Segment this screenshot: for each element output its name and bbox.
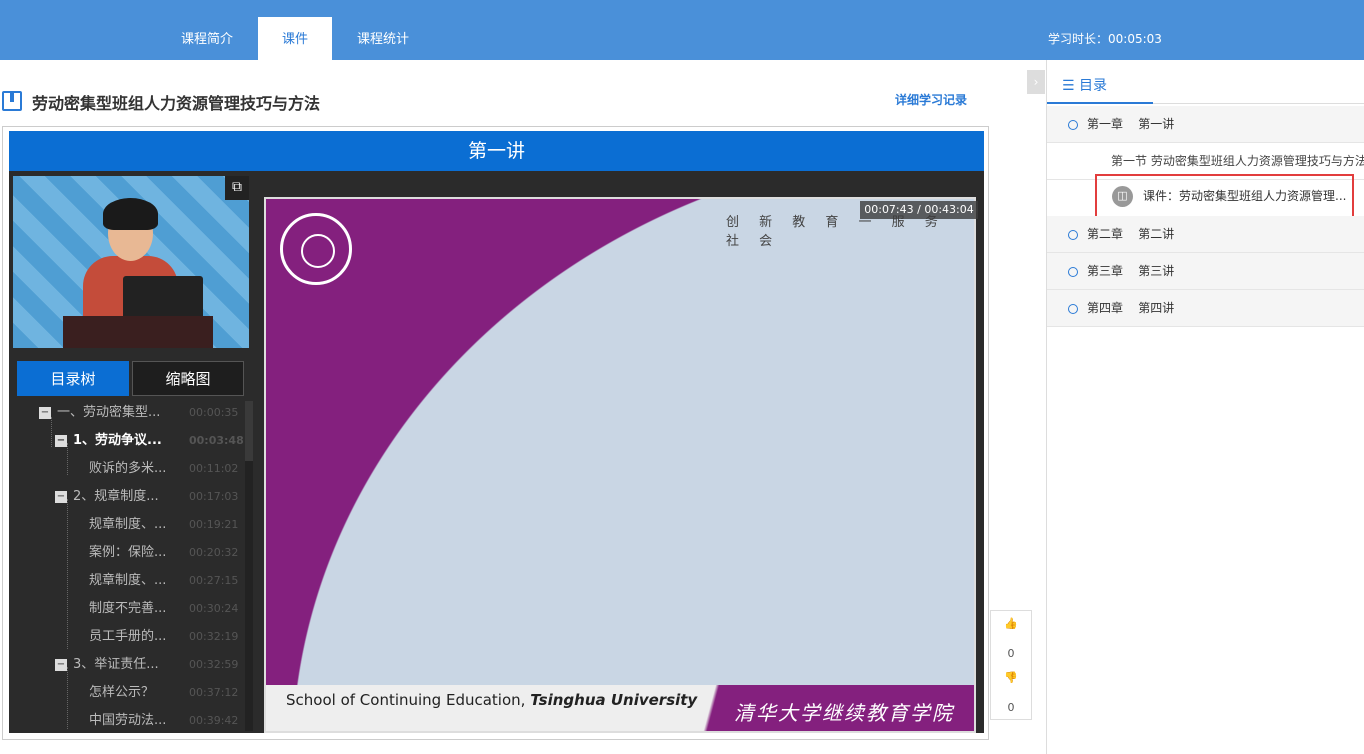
courseware-icon: ◫ xyxy=(1112,186,1133,207)
book-icon xyxy=(2,91,22,111)
study-time: 学习时长：00:05:03 xyxy=(1048,32,1162,46)
chapter-item[interactable]: 第三章 第三讲 xyxy=(1047,253,1364,290)
chapter-item[interactable]: 第二章 第二讲 xyxy=(1047,216,1364,253)
video-time-display: 00:07:43 / 00:43:04 xyxy=(860,201,978,219)
tree-node[interactable]: −3、举证责任... 00:32:59 xyxy=(55,651,245,679)
chapter-circle-icon xyxy=(1068,303,1078,314)
learning-record-link[interactable]: 详细学习记录 xyxy=(895,91,967,108)
courseware-item-selected[interactable]: ◫ 课件：劳动密集型班组人力资源管理... xyxy=(1095,174,1354,219)
tab-catalog[interactable]: ☰ 目录 xyxy=(1047,60,1153,104)
tree-node[interactable]: 怎样公示？ 00:37:12 xyxy=(89,679,245,707)
course-title-bar: 劳动密集型班组人力资源管理技巧与方法 详细学习记录 xyxy=(0,85,1000,119)
tree-node[interactable]: 规章制度、... 00:27:15 xyxy=(89,567,245,595)
tree-node[interactable]: − 一、劳动密集型... 00:00:35 xyxy=(39,399,245,427)
tree-node[interactable]: 制度不完善... 00:30:24 xyxy=(89,595,245,623)
player-side-tabs: 目录树 缩略图 xyxy=(17,361,244,396)
tab-outline-tree[interactable]: 目录树 xyxy=(17,361,129,396)
player-container: 第一讲 ⧉ 目录树 缩略图 − 一、劳动密集型... 00:00:35 −1、劳动争… xyxy=(2,126,989,740)
collapse-icon[interactable]: − xyxy=(55,434,67,447)
teacher-video[interactable] xyxy=(13,176,249,348)
tree-node[interactable]: 败诉的多米... 00:11:02 xyxy=(89,455,245,483)
lecture-slide[interactable]: 创 新 教 育 一 服 务 社 会 School of Continuing E… xyxy=(264,197,976,733)
university-seal-icon xyxy=(280,213,352,285)
video-player: 第一讲 ⧉ 目录树 缩略图 − 一、劳动密集型... 00:00:35 −1、劳动争… xyxy=(9,131,984,733)
tab-course-stats[interactable]: 课程统计 xyxy=(344,17,422,60)
thumbs-down-icon[interactable]: 👎 xyxy=(991,671,1031,684)
list-icon: ☰ xyxy=(1062,78,1080,94)
tree-node[interactable]: 中国劳动法... 00:39:42 xyxy=(89,707,245,729)
chapter-circle-icon xyxy=(1068,229,1078,240)
collapse-icon[interactable]: − xyxy=(39,406,51,419)
course-title: 劳动密集型班组人力资源管理技巧与方法 xyxy=(32,94,321,113)
collapse-icon[interactable]: − xyxy=(55,658,67,671)
chapter-circle-icon xyxy=(1068,266,1078,277)
chapter-circle-icon xyxy=(1068,119,1078,130)
slide-school-english: School of Continuing Education, Tsinghua… xyxy=(286,691,698,709)
scrollbar-thumb[interactable] xyxy=(245,461,253,731)
upvote-count: 0 xyxy=(1007,647,1015,660)
sidebar-header: ☰ 目录 xyxy=(1047,60,1364,104)
top-nav-bar: 课程简介 课件 课程统计 学习时长：00:05:03 xyxy=(0,0,1364,60)
slide-school-chinese: 清华大学继续教育学院 xyxy=(734,701,954,725)
tree-node[interactable]: 员工手册的... 00:32:19 xyxy=(89,623,245,651)
chapter-item[interactable]: 第四章 第四讲 xyxy=(1047,290,1364,327)
tab-courseware[interactable]: 课件 xyxy=(258,17,332,60)
tree-node-active[interactable]: −1、劳动争议... 00:03:48 xyxy=(55,427,245,455)
outline-tree: − 一、劳动密集型... 00:00:35 −1、劳动争议... 00:03:48 败… xyxy=(17,399,245,729)
tab-course-intro[interactable]: 课程简介 xyxy=(168,17,246,60)
thumbs-up-icon[interactable]: 👍 xyxy=(991,617,1031,630)
courseware-label: 课件：劳动密集型班组人力资源管理... xyxy=(1143,189,1347,203)
tree-node[interactable]: −2、规章制度... 00:17:03 xyxy=(55,483,245,511)
chapter-item[interactable]: 第一章 第一讲 xyxy=(1047,106,1364,143)
tree-node[interactable]: 规章制度、... 00:19:21 xyxy=(89,511,245,539)
collapse-icon[interactable]: − xyxy=(55,490,67,503)
slide-purple-arc xyxy=(266,199,974,731)
lecture-title: 第一讲 xyxy=(9,131,984,171)
downvote-count: 0 xyxy=(1007,701,1015,714)
tab-thumbnails[interactable]: 缩略图 xyxy=(132,361,244,396)
tree-node[interactable]: 案例：保险... 00:20:32 xyxy=(89,539,245,567)
teacher-hair xyxy=(103,198,158,230)
swap-video-icon[interactable]: ⧉ xyxy=(225,176,249,200)
vote-panel: 👍 0 👎 0 xyxy=(990,610,1032,720)
catalog-sidebar: ☰ 目录 第一章 第一讲 第一节 劳动密集型班组人力资源管理技巧与方法 ◫ 课件… xyxy=(1046,60,1364,754)
collapse-sidebar-button[interactable]: › xyxy=(1027,70,1045,94)
tree-scrollbar[interactable] xyxy=(245,401,253,731)
lectern xyxy=(63,316,213,348)
